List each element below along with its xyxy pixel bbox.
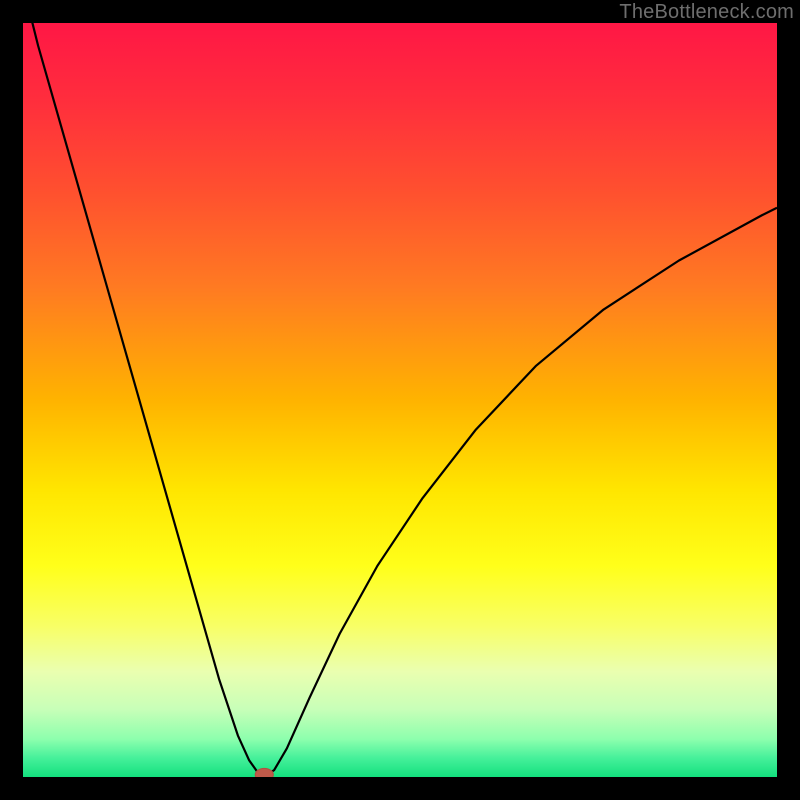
optimal-point-marker — [255, 768, 273, 777]
watermark-text: TheBottleneck.com — [619, 1, 794, 24]
gradient-background — [23, 23, 777, 777]
chart-frame — [23, 23, 777, 777]
bottleneck-chart — [23, 23, 777, 777]
